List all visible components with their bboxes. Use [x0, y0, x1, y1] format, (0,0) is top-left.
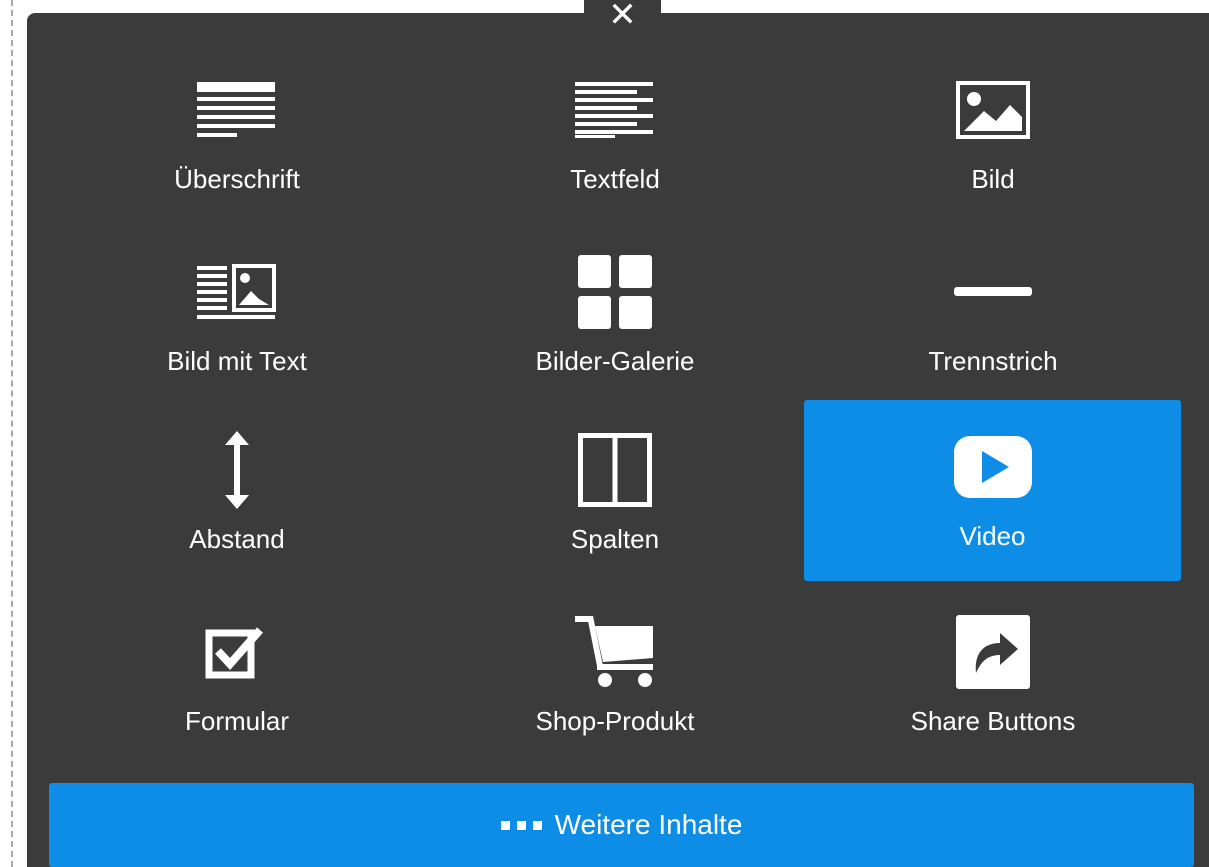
- columns-icon: [570, 430, 660, 510]
- share-arrow-icon: [948, 612, 1038, 692]
- more-content-label: Weitere Inhalte: [554, 809, 743, 840]
- tile-share-buttons[interactable]: Share Buttons: [805, 585, 1181, 765]
- tile-bild-mit-text[interactable]: Bild mit Text: [49, 225, 425, 405]
- image-icon: [948, 70, 1038, 150]
- tile-label: Video: [959, 521, 1026, 551]
- divider-icon: [948, 252, 1038, 332]
- gallery-grid-icon: [570, 252, 660, 332]
- dots-icon: [500, 820, 542, 830]
- tile-label: Trennstrich: [928, 346, 1058, 376]
- close-icon: ✕: [608, 0, 637, 30]
- vertical-spacer-icon: [192, 430, 282, 510]
- tile-bild[interactable]: Bild: [805, 43, 1181, 223]
- tile-bilder-galerie[interactable]: Bilder-Galerie: [427, 225, 803, 405]
- tile-label: Abstand: [189, 524, 285, 554]
- tile-abstand[interactable]: Abstand: [49, 403, 425, 583]
- tile-label: Bilder-Galerie: [535, 346, 695, 376]
- shopping-cart-icon: [570, 612, 660, 692]
- tile-label: Bild: [971, 164, 1015, 194]
- tile-label: Share Buttons: [910, 706, 1076, 736]
- play-icon: [948, 427, 1038, 507]
- add-content-panel: Überschrift Textfeld Bild Bild mit Text …: [27, 13, 1209, 867]
- tile-label: Überschrift: [174, 164, 300, 194]
- text-lines-icon: [570, 70, 660, 150]
- checkbox-icon: [192, 612, 282, 692]
- tile-label: Formular: [184, 706, 289, 736]
- tile-formular[interactable]: Formular: [49, 585, 425, 765]
- dashed-guide-line: [11, 0, 13, 867]
- tile-trennstrich[interactable]: Trennstrich: [805, 225, 1181, 405]
- tile-video[interactable]: Video: [804, 400, 1181, 581]
- tile-textfeld[interactable]: Textfeld: [427, 43, 803, 223]
- tile-shop-produkt[interactable]: Shop-Produkt: [427, 585, 803, 765]
- tile-spalten[interactable]: Spalten: [427, 403, 803, 583]
- more-content-button[interactable]: Weitere Inhalte: [49, 783, 1194, 867]
- tile-label: Bild mit Text: [167, 346, 307, 376]
- close-button[interactable]: ✕: [584, 0, 661, 30]
- tile-label: Textfeld: [570, 164, 660, 194]
- tile-label: Spalten: [570, 524, 660, 554]
- heading-icon: [192, 70, 282, 150]
- tile-ueberschrift[interactable]: Überschrift: [49, 43, 425, 223]
- tile-label: Shop-Produkt: [535, 706, 695, 736]
- image-with-text-icon: [192, 252, 282, 332]
